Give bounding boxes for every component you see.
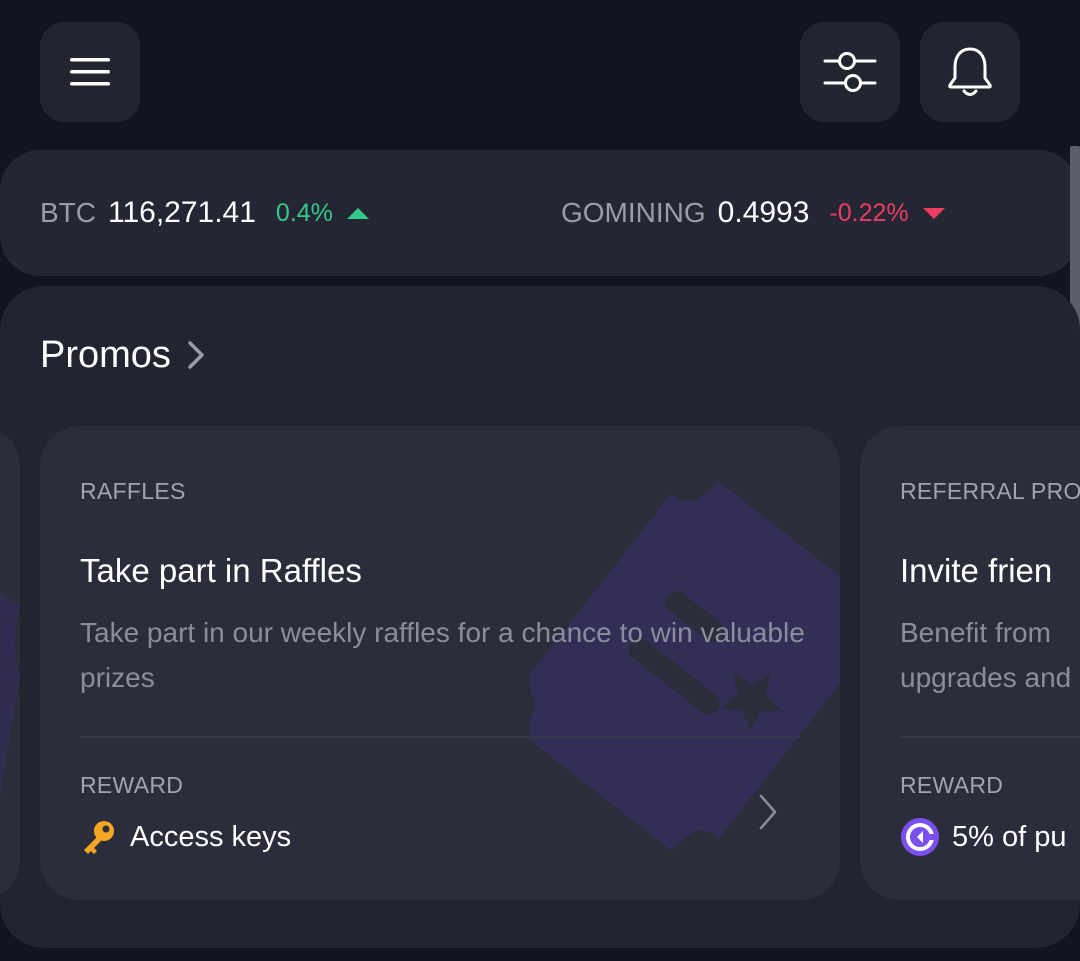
promo-category: RAFFLES <box>80 478 186 504</box>
price-ticker[interactable]: BTC 116,271.41 0.4% GOMINING 0.4993 -0.2… <box>0 150 1078 276</box>
card-divider <box>900 736 1080 738</box>
chevron-right-icon <box>188 341 204 369</box>
arrow-up-icon <box>346 207 369 219</box>
promo-description: Take part in our weekly raffles for a ch… <box>80 617 805 693</box>
promo-title: Take part in Raffles <box>80 552 362 589</box>
ticker-symbol: GOMINING <box>561 197 706 228</box>
key-icon <box>80 818 118 856</box>
promo-card-raffles[interactable]: RAFFLES Take part in Raffles Take part i… <box>40 426 840 900</box>
reward-label: REWARD <box>900 772 1004 798</box>
card-divider <box>80 736 800 738</box>
reward-text: Access keys <box>130 820 292 853</box>
reward: Access keys <box>80 816 291 858</box>
promos-header-link[interactable]: Promos <box>40 330 205 380</box>
ticker-change: -0.22% <box>829 198 909 227</box>
reward-label: REWARD <box>80 772 184 798</box>
ticker-symbol: BTC <box>40 197 96 228</box>
section-title: Promos <box>40 333 171 376</box>
ticker-item-btc[interactable]: BTC 116,271.41 0.4% <box>40 150 369 276</box>
reward-text: 5% of pu <box>952 820 1067 853</box>
sliders-filter-icon <box>823 52 877 92</box>
hamburger-menu-icon <box>70 58 110 86</box>
app-screen: BTC 116,271.41 0.4% GOMINING 0.4993 -0.2… <box>0 0 1080 961</box>
promo-category: REFERRAL PRO <box>900 478 1080 504</box>
promo-card-referral[interactable]: REFERRAL PRO Invite frien Benefit from u… <box>860 426 1080 900</box>
arrow-down-icon <box>922 207 945 219</box>
bell-icon <box>948 47 992 96</box>
ticket-illustration <box>0 592 20 796</box>
notifications-button[interactable] <box>920 22 1020 122</box>
menu-button[interactable] <box>40 22 140 122</box>
promo-title: Invite frien <box>900 552 1053 589</box>
promo-card-previous[interactable] <box>0 426 20 900</box>
gomining-token-icon <box>900 817 940 857</box>
ticker-change: 0.4% <box>275 198 333 227</box>
ticker-item-gomining[interactable]: GOMINING 0.4993 -0.22% <box>561 150 945 276</box>
chevron-right-icon[interactable] <box>756 792 780 832</box>
reward: 5% of pu <box>900 816 1066 858</box>
ticker-price: 0.4993 <box>717 196 810 229</box>
ticker-price: 116,271.41 <box>108 196 256 229</box>
filter-button[interactable] <box>800 22 900 122</box>
promo-description: Benefit from upgrades and <box>900 617 1072 693</box>
promos-section: Promos RAFFLES Take part in Raffles Take… <box>0 286 1080 948</box>
